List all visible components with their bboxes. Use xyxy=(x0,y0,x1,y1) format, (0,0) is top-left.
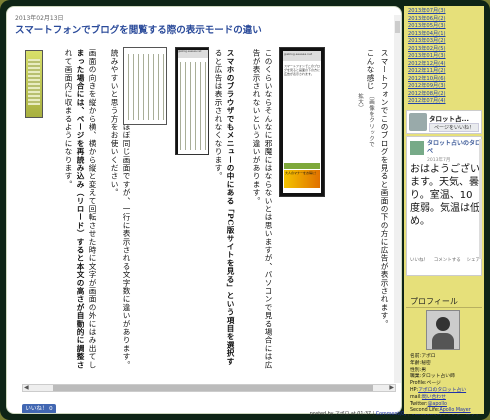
fb-share-action[interactable]: シェア xyxy=(467,257,481,263)
phone1-ad-banner: 大人のマナーをお得に！ xyxy=(284,170,320,188)
post-title[interactable]: スマートフォンでブログを閲覧する際の表示モードの違い xyxy=(15,22,262,36)
vertical-scrollbar[interactable] xyxy=(394,15,401,383)
post-text-col8: 読みやすいと思う方をお使いください。 xyxy=(110,49,119,197)
twitter-link[interactable]: @apollo xyxy=(428,402,447,407)
phone2-text-lines xyxy=(180,62,206,150)
profile-avatar xyxy=(426,310,460,350)
fb-page-like-button[interactable]: ページをいいね！ xyxy=(429,123,479,132)
post-text-col3: このくらいならそんなに邪魔にはならないとは思いますが、パソコンで見る場合には広 xyxy=(264,49,273,369)
horizontal-scrollbar[interactable]: ◀ ▶ xyxy=(22,384,396,392)
profile-heading: プロフィール xyxy=(406,296,482,308)
mail-link[interactable]: 問い合わせ xyxy=(422,395,446,400)
profile-line: Profile:ページ xyxy=(410,381,441,387)
fb-post-author[interactable]: タロット占いのタロペ xyxy=(427,140,481,156)
landscape-text-lines xyxy=(128,54,164,120)
post-date: 2013年02月13日 xyxy=(15,15,64,22)
archive-link[interactable]: 2013年03月(2) xyxy=(408,38,446,46)
phone-screenshot-1[interactable]: jpsblog.seesaa.net スマートフォンでこのブログを見ると画面の下… xyxy=(279,47,325,197)
mail-label: mail: xyxy=(410,394,422,400)
fb-like-button[interactable]: いいね！ 0 xyxy=(22,404,56,413)
post-text-col9: 画面の向きを縦から横、横から縦と変えて回転させた時に文字が画面の外にはみ出てし xyxy=(88,49,97,369)
landscape-screenshot[interactable] xyxy=(123,47,167,125)
archive-link[interactable]: 2012年07月(4) xyxy=(408,98,446,106)
fb-page-avatar[interactable] xyxy=(409,113,427,131)
horizontal-scroll-thumb[interactable] xyxy=(53,385,373,391)
fb-post-text: おはようございます。天気、曇り。室温、10度弱。気温は低め。 xyxy=(410,164,480,227)
post-text-col11: れて画面内に収まるようになります。 xyxy=(64,49,73,189)
fb-comment-action[interactable]: コメントする xyxy=(434,257,461,263)
post-text-col1: スマートフォンでこのブログを見ると画面の下の方に広告が表示されます。 xyxy=(380,49,389,328)
profile-mail: mail:問い合わせ xyxy=(410,395,482,402)
fb-feed-scrollbar[interactable] xyxy=(479,139,482,259)
profile-hp: HP:アポロのタロット占い xyxy=(410,388,482,395)
archive-link[interactable]: 2012年10月(6) xyxy=(408,76,446,84)
fb-feed: タロット占いのタロペ 2013年7月 おはようございます。天気、曇り。室温、10… xyxy=(406,136,482,276)
scroll-right-icon[interactable]: ▶ xyxy=(389,384,394,391)
fb-page-header: タロット占... ページをいいね！ xyxy=(406,110,482,134)
archive-link[interactable]: 2013年06月(2) xyxy=(408,16,446,24)
archive-link[interactable]: 2013年04月(1) xyxy=(408,31,446,39)
phone-screenshot-2[interactable]: jpsblog.seesaa.net xyxy=(175,47,209,155)
archive-link[interactable]: 2012年08月(2) xyxy=(408,91,446,99)
second-life-label: Second Life: xyxy=(410,408,440,414)
comment-link[interactable]: Comment(0) xyxy=(376,412,406,417)
phone1-urlbar: jpsblog.seesaa.net xyxy=(283,51,321,61)
post-text-col6: ると広告は表示されなくなります。 xyxy=(214,49,223,181)
second-life-link[interactable]: Apollo Mayer xyxy=(439,408,470,413)
profile-second-life: Second Life:Apollo Mayer xyxy=(410,408,482,414)
archive-link[interactable]: 2012年11月(2) xyxy=(408,68,446,76)
profile-line: 名前:アポロ xyxy=(410,354,436,359)
archive-list: 2013年07月(3) 2013年06月(2) 2013年05月(3) 2013… xyxy=(408,8,446,106)
fb-like-action[interactable]: いいね！ xyxy=(410,257,428,263)
fb-post-avatar[interactable] xyxy=(410,141,424,155)
scroll-left-icon[interactable]: ◀ xyxy=(24,384,29,391)
twitter-label: Twitter: xyxy=(410,401,428,407)
archive-link[interactable]: 2012年12月(4) xyxy=(408,61,446,69)
phone1-green-bar xyxy=(284,163,320,169)
post-text-col4: 告が表示されないという違いがあります。 xyxy=(252,49,261,205)
profile-info: 名前:アポロ 年齢:秘密 性別:男 職業:タロット占い師 Profile:ページ… xyxy=(410,354,482,414)
archive-link[interactable]: 2013年05月(3) xyxy=(408,23,446,31)
fb-post-actions: いいね！ コメントする シェア xyxy=(410,257,480,263)
archive-link[interactable]: 2012年09月(3) xyxy=(408,83,446,91)
blog-post: 2013年02月13日 スマートフォンでブログを閲覧する際の表示モードの違い ス… xyxy=(6,6,402,414)
fb-page-name[interactable]: タロット占... xyxy=(429,113,469,123)
archive-link[interactable]: 2013年07月(3) xyxy=(408,8,446,16)
sidebar: 2013年07月(3) 2013年06月(2) 2013年05月(3) 2013… xyxy=(404,6,484,414)
post-text-col5: スマホのブラウザでもメニューの中にある「PC版サイトを見る」という項目を選択す xyxy=(226,49,235,366)
posted-by: posted by アポロ at 01:37 xyxy=(309,412,372,417)
hp-link[interactable]: アポロのタロット占い xyxy=(418,388,466,393)
archive-link[interactable]: 2013年02月(5) xyxy=(408,46,446,54)
hp-label: HP: xyxy=(410,387,419,393)
image-caption: （画像をクリックで拡大） xyxy=(357,93,374,148)
post-text-col10: まった場合には、ページを再読み込み（リロード）すると本文の高さが自動的に調整さ xyxy=(76,49,85,369)
phone1-text: スマートフォンでこのブログを見ると画面の下の方に広告が表示されます。 xyxy=(284,64,321,76)
vertical-scroll-thumb[interactable] xyxy=(395,21,400,33)
phone2-urlbar: jpsblog.seesaa.net xyxy=(178,50,208,58)
archive-link[interactable]: 2013年01月(3) xyxy=(408,53,446,61)
thumbnail-image[interactable] xyxy=(25,50,43,118)
profile-line: 年齢:秘密 xyxy=(410,360,431,366)
